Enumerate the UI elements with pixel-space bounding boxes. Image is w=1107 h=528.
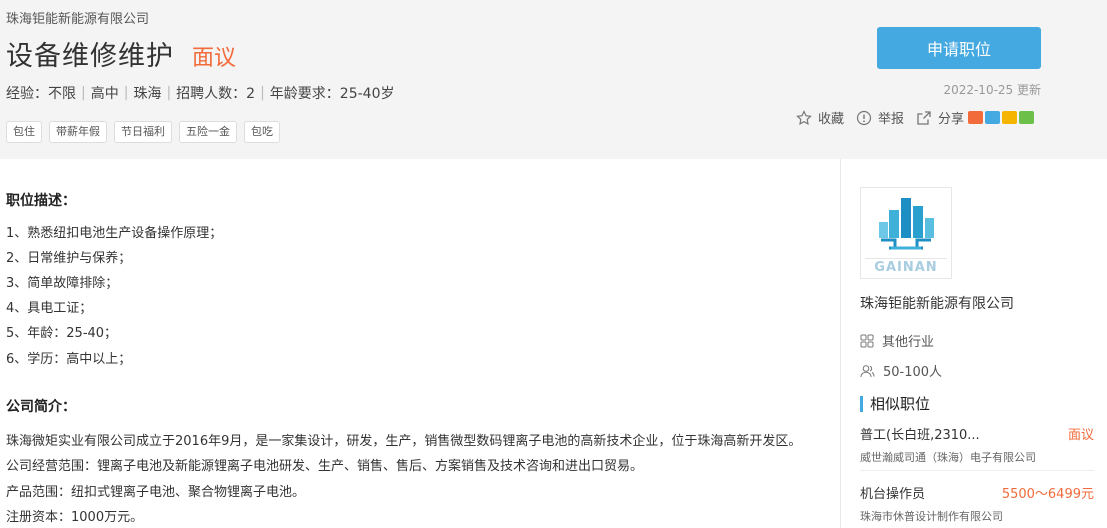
benefit-tag: 带薪年假: [49, 121, 107, 143]
description-line: 6、学历：高中以上；: [6, 352, 132, 367]
description-line: 4、具电工证；: [6, 301, 93, 316]
wechat-icon[interactable]: [1019, 111, 1035, 124]
similar-job-company[interactable]: 珠海市休普设计制作有限公司: [860, 508, 1094, 524]
job-title: 设备维修维护: [6, 41, 174, 72]
share-icon: [917, 110, 931, 125]
users-icon: [860, 364, 875, 377]
meta-separator: |: [123, 85, 129, 101]
industry-label: 其他行业: [882, 335, 935, 350]
similar-job-salary: 5500～6499元: [1001, 487, 1094, 502]
company-size-label: 50-100人: [883, 365, 943, 380]
meta-location: 珠海: [133, 86, 162, 102]
similar-job-item[interactable]: 机台操作员 5500～6499元 珠海市休普设计制作有限公司: [860, 483, 1094, 524]
company-logo-text: GAINAN: [874, 260, 938, 275]
company-size-info: 50-100人: [860, 361, 942, 380]
benefit-tag: 包住: [6, 121, 42, 143]
job-meta: 经验：不限 | 高中 | 珠海 | 招聘人数：2 | 年龄要求：25-40岁: [6, 83, 394, 103]
company-intro-line: 注册资本：1000万元。: [6, 510, 144, 525]
weibo-icon[interactable]: [968, 111, 984, 124]
job-detail-main: 职位描述： 1、熟悉纽扣电池生产设备操作原理； 2、日常维护与保养； 3、简单故…: [0, 159, 838, 528]
similar-job-item[interactable]: 普工(长白班,2310... 面议 威世瀚威司通（珠海）电子有限公司: [860, 424, 1094, 465]
similar-job-name[interactable]: 普工(长白班,2310...: [860, 424, 980, 443]
industry-info: 其他行业: [860, 331, 934, 350]
description-line: 2、日常维护与保养；: [6, 251, 132, 266]
benefit-tag: 节日福利: [114, 121, 172, 143]
star-icon: [796, 109, 812, 125]
similar-jobs-title: 相似职位: [860, 396, 930, 412]
update-date: 2022-10-25 更新: [943, 83, 1041, 97]
company-intro-line: 公司经营范围：锂离子电池及新能源锂离子电池研发、生产、销售、售后、方案销售及技术…: [6, 459, 644, 474]
meta-separator: |: [81, 85, 86, 101]
qq-icon[interactable]: [985, 111, 1001, 124]
divider: [860, 470, 1094, 471]
company-sidebar: GAINAN 珠海钜能新能源有限公司 其他行业 50-100人 相似职位 普工(…: [840, 159, 1107, 528]
meta-experience: 经验：不限: [6, 86, 76, 102]
benefit-tag: 包吃: [244, 121, 280, 143]
job-actions: 收藏 举报 分享: [796, 108, 1035, 127]
sidebar-company-name[interactable]: 珠海钜能新能源有限公司: [860, 293, 1014, 313]
apply-button[interactable]: 申请职位: [877, 27, 1041, 69]
similar-job-salary: 面议: [1067, 428, 1094, 443]
similar-job-company[interactable]: 威世瀚威司通（珠海）电子有限公司: [860, 449, 1094, 465]
favorite-label: 收藏: [818, 112, 845, 127]
report-button[interactable]: 举报: [856, 108, 904, 127]
share-button[interactable]: 分享: [916, 108, 1035, 127]
meta-age: 年龄要求：25-40岁: [269, 86, 395, 102]
report-label: 举报: [878, 112, 905, 127]
job-salary: 面议: [192, 46, 237, 71]
qzone-icon[interactable]: [1002, 111, 1018, 124]
similar-job-row: 普工(长白班,2310... 面议: [860, 424, 1094, 443]
similar-job-name[interactable]: 机台操作员: [860, 483, 925, 502]
description-line: 3、简单故障排除；: [6, 276, 119, 291]
description-line: 5、年龄：25-40；: [6, 326, 118, 341]
meta-education: 高中: [90, 86, 119, 102]
company-logo[interactable]: GAINAN: [860, 187, 952, 279]
benefit-tag: 五险一金: [179, 121, 237, 143]
share-label: 分享: [938, 112, 965, 127]
title-row: 设备维修维护 面议: [6, 34, 236, 73]
grid-icon: [860, 334, 874, 347]
description-title: 职位描述：: [6, 193, 76, 209]
header-company-name[interactable]: 珠海钜能新能源有限公司: [6, 8, 149, 27]
description-line: 1、熟悉纽扣电池生产设备操作原理；: [6, 226, 223, 241]
favorite-button[interactable]: 收藏: [796, 108, 844, 127]
job-header: 珠海钜能新能源有限公司 设备维修维护 面议 经验：不限 | 高中 | 珠海 | …: [0, 0, 1107, 159]
share-targets: [968, 111, 1035, 124]
benefit-tags: 包住 带薪年假 节日福利 五险一金 包吃: [6, 121, 280, 143]
company-intro-line: 珠海微矩实业有限公司成立于2016年9月，是一家集设计，研发，生产，销售微型数码…: [6, 434, 802, 449]
company-intro-title: 公司简介：: [6, 399, 76, 415]
meta-headcount: 招聘人数：2: [176, 86, 256, 102]
alert-icon: [856, 110, 872, 125]
company-intro-line: 产品范围：纽扣式锂离子电池、聚合物锂离子电池。: [6, 485, 306, 500]
meta-separator: |: [260, 85, 265, 101]
similar-job-row: 机台操作员 5500～6499元: [860, 483, 1094, 502]
meta-separator: |: [166, 85, 172, 101]
